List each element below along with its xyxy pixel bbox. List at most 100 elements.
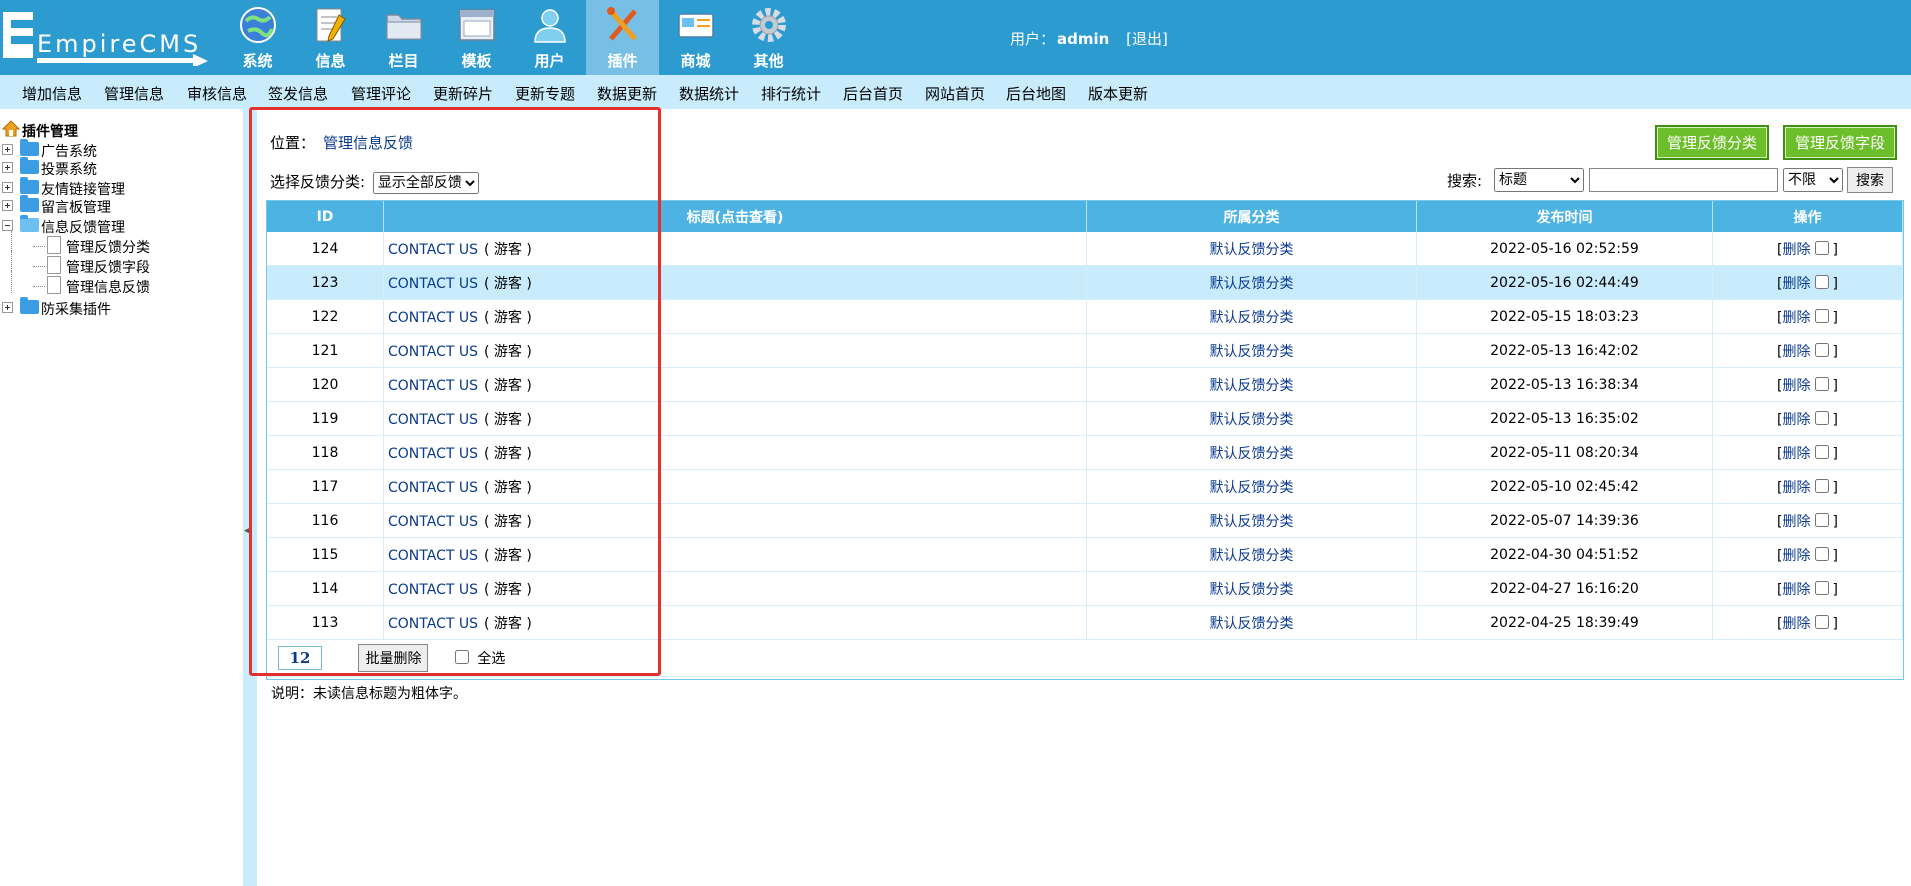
expand-icon[interactable] bbox=[2, 162, 13, 173]
bracket-close: ] bbox=[1832, 343, 1838, 360]
note-row: 说明：未读信息标题为粗体字。 bbox=[267, 677, 1903, 710]
delete-link[interactable]: 删除 bbox=[1783, 514, 1811, 530]
search-button[interactable]: 搜索 bbox=[1847, 167, 1893, 193]
category-link[interactable]: 默认反馈分类 bbox=[1210, 310, 1294, 326]
category-link[interactable]: 默认反馈分类 bbox=[1210, 480, 1294, 496]
bracket-close: ] bbox=[1832, 513, 1838, 530]
folder-icon bbox=[20, 157, 39, 174]
menu-item-12[interactable]: 后台地图 bbox=[1006, 83, 1066, 104]
category-link[interactable]: 默认反馈分类 bbox=[1210, 616, 1294, 632]
cell-time: 2022-05-16 02:44:49 bbox=[1416, 265, 1713, 300]
category-link[interactable]: 默认反馈分类 bbox=[1210, 582, 1294, 598]
category-link[interactable]: 默认反馈分类 bbox=[1210, 412, 1294, 428]
delete-link[interactable]: 删除 bbox=[1783, 378, 1811, 394]
nav-item-notepad[interactable]: 信息 bbox=[294, 0, 367, 75]
delete-link[interactable]: 删除 bbox=[1783, 412, 1811, 428]
expand-icon[interactable] bbox=[2, 200, 13, 211]
tree-item-label: 友情链接管理 bbox=[41, 182, 125, 198]
menu-item-6[interactable]: 更新专题 bbox=[515, 83, 575, 104]
cell-category: 默认反馈分类 bbox=[1086, 469, 1417, 504]
bracket-close: ] bbox=[1832, 445, 1838, 462]
search-field-select[interactable]: 标题 bbox=[1494, 168, 1584, 192]
menu-item-8[interactable]: 数据统计 bbox=[679, 83, 739, 104]
category-link[interactable]: 默认反馈分类 bbox=[1210, 446, 1294, 462]
search-input[interactable] bbox=[1589, 168, 1778, 192]
search-range-select[interactable]: 不限 bbox=[1783, 168, 1843, 192]
menu-item-3[interactable]: 签发信息 bbox=[268, 83, 328, 104]
menu-item-5[interactable]: 更新碎片 bbox=[433, 83, 493, 104]
sidebar: 插件管理 广告系统 投票系统 友情链接管理 留言板管理 信息反馈管理 管理反馈分类 管理反馈… bbox=[0, 109, 243, 886]
menu-item-4[interactable]: 管理评论 bbox=[351, 83, 411, 104]
cell-time: 2022-04-30 04:51:52 bbox=[1416, 537, 1713, 572]
category-link[interactable]: 默认反馈分类 bbox=[1210, 514, 1294, 530]
menu-item-2[interactable]: 审核信息 bbox=[187, 83, 247, 104]
delete-link[interactable]: 删除 bbox=[1783, 616, 1811, 632]
search-label: 搜索: bbox=[1446, 171, 1482, 190]
tree-root-label: 插件管理 bbox=[22, 124, 78, 140]
folder-icon bbox=[20, 297, 39, 314]
category-link[interactable]: 默认反馈分类 bbox=[1210, 378, 1294, 394]
row-checkbox[interactable] bbox=[1814, 614, 1829, 629]
search-bar: 搜索: 标题 不限 搜索 bbox=[1447, 167, 1893, 193]
nav-item-tools[interactable]: 插件 bbox=[586, 0, 659, 75]
menu-item-1[interactable]: 管理信息 bbox=[104, 83, 164, 104]
delete-link[interactable]: 删除 bbox=[1783, 276, 1811, 292]
menu-item-7[interactable]: 数据更新 bbox=[597, 83, 657, 104]
manage-class-button[interactable]: 管理反馈分类 bbox=[1654, 125, 1769, 160]
nav-item-folder[interactable]: 栏目 bbox=[367, 0, 440, 75]
bracket-close: ] bbox=[1832, 581, 1838, 598]
document-icon bbox=[47, 276, 61, 294]
menu-item-13[interactable]: 版本更新 bbox=[1088, 83, 1148, 104]
bracket-close: ] bbox=[1832, 377, 1838, 394]
category-link[interactable]: 默认反馈分类 bbox=[1210, 548, 1294, 564]
category-link[interactable]: 默认反馈分类 bbox=[1210, 276, 1294, 292]
nav-label: 其他 bbox=[753, 52, 784, 70]
category-link[interactable]: 默认反馈分类 bbox=[1210, 242, 1294, 258]
tree-line bbox=[11, 271, 12, 293]
delete-link[interactable]: 删除 bbox=[1783, 582, 1811, 598]
cell-action: [删除] bbox=[1712, 333, 1903, 368]
delete-link[interactable]: 删除 bbox=[1783, 310, 1811, 326]
menu-item-9[interactable]: 排行统计 bbox=[761, 83, 821, 104]
row-checkbox[interactable] bbox=[1814, 512, 1829, 527]
nav-item-window[interactable]: 模板 bbox=[440, 0, 513, 75]
cell-action: [删除] bbox=[1712, 469, 1903, 504]
row-checkbox[interactable] bbox=[1814, 444, 1829, 459]
nav-item-card[interactable]: 商城 bbox=[659, 0, 732, 75]
row-checkbox[interactable] bbox=[1814, 478, 1829, 493]
globe-icon bbox=[240, 7, 276, 43]
row-checkbox[interactable] bbox=[1814, 580, 1829, 595]
row-checkbox[interactable] bbox=[1814, 342, 1829, 357]
collapse-icon[interactable] bbox=[2, 220, 13, 231]
expand-icon[interactable] bbox=[2, 182, 13, 193]
cell-action: [删除] bbox=[1712, 571, 1903, 606]
category-link[interactable]: 默认反馈分类 bbox=[1210, 344, 1294, 360]
nav-item-user[interactable]: 用户 bbox=[513, 0, 586, 75]
expand-icon[interactable] bbox=[2, 144, 13, 155]
nav-item-globe[interactable]: 系统 bbox=[221, 0, 294, 75]
bracket-close: ] bbox=[1832, 411, 1838, 428]
bracket-close: ] bbox=[1832, 547, 1838, 564]
delete-link[interactable]: 删除 bbox=[1783, 344, 1811, 360]
tree-item-label: 管理反馈分类 bbox=[66, 240, 150, 256]
nav-item-gear[interactable]: 其他 bbox=[732, 0, 805, 75]
delete-link[interactable]: 删除 bbox=[1783, 242, 1811, 258]
delete-link[interactable]: 删除 bbox=[1783, 548, 1811, 564]
row-checkbox[interactable] bbox=[1814, 240, 1829, 255]
user-icon bbox=[534, 9, 566, 43]
logout-link[interactable]: [退出] bbox=[1126, 30, 1168, 48]
row-checkbox[interactable] bbox=[1814, 546, 1829, 561]
expand-icon[interactable] bbox=[2, 302, 13, 313]
cell-category: 默认反馈分类 bbox=[1086, 503, 1417, 538]
menu-item-11[interactable]: 网站首页 bbox=[925, 83, 985, 104]
row-checkbox[interactable] bbox=[1814, 376, 1829, 391]
manage-field-button[interactable]: 管理反馈字段 bbox=[1782, 125, 1897, 160]
menu-item-0[interactable]: 增加信息 bbox=[22, 83, 82, 104]
row-checkbox[interactable] bbox=[1814, 274, 1829, 289]
document-icon bbox=[47, 236, 61, 254]
delete-link[interactable]: 删除 bbox=[1783, 480, 1811, 496]
menu-item-10[interactable]: 后台首页 bbox=[843, 83, 903, 104]
row-checkbox[interactable] bbox=[1814, 308, 1829, 323]
row-checkbox[interactable] bbox=[1814, 410, 1829, 425]
delete-link[interactable]: 删除 bbox=[1783, 446, 1811, 462]
